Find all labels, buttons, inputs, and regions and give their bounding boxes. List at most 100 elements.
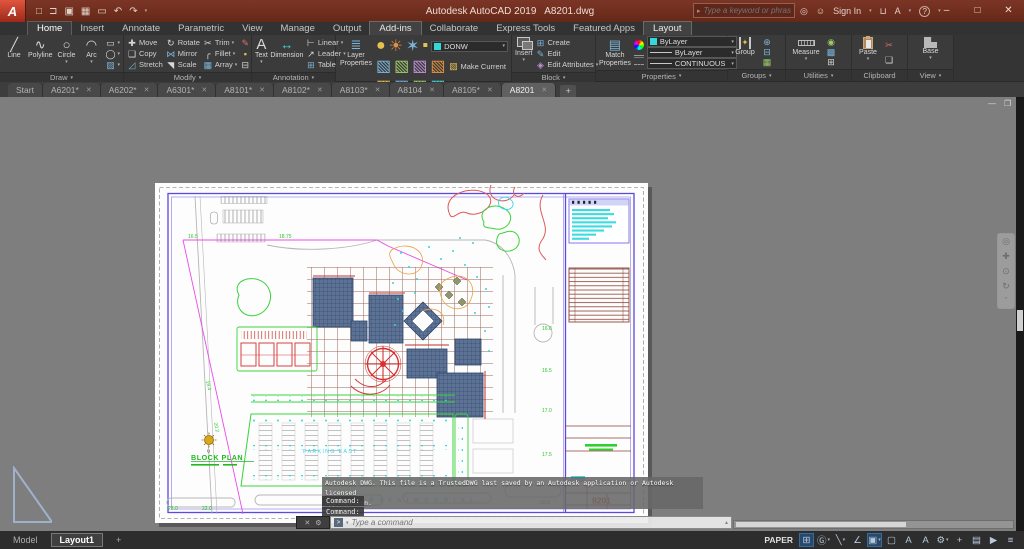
clipboard-panel-label[interactable]: Clipboard [852, 69, 907, 81]
group-manager-icon[interactable]: ▦ [762, 57, 772, 67]
sign-in-label[interactable]: Sign In [833, 6, 861, 16]
modify-panel-label[interactable]: Modify▾ [124, 72, 251, 82]
close-tab-icon[interactable]: ✕ [375, 86, 381, 94]
binoculars-search-icon[interactable]: ◎ [800, 6, 808, 17]
horizontal-scrollbar-thumb[interactable] [736, 522, 906, 527]
block-panel-label[interactable]: Block▾ [512, 72, 595, 82]
tab-annotate[interactable]: Annotate [113, 22, 169, 35]
horizontal-scrollbar[interactable] [733, 520, 1014, 529]
line-button[interactable]: ╱Line [3, 36, 25, 71]
dimension-button[interactable]: ↔Dimension [271, 36, 303, 71]
utilities-panel-label[interactable]: Utilities▾ [786, 69, 851, 81]
help-icon[interactable]: ? [919, 6, 930, 17]
tab-output[interactable]: Output [324, 22, 371, 35]
copy-clip-icon[interactable]: ❏ [884, 55, 894, 65]
layer-tool-icon[interactable]: ▧ [394, 56, 409, 76]
cut-icon[interactable]: ✂ [884, 40, 894, 50]
tab-insert[interactable]: Insert [71, 22, 113, 35]
file-tab[interactable]: A8105*✕ [444, 83, 502, 97]
object-color-dropdown[interactable]: ByLayer▾ [647, 36, 737, 47]
clean-screen-icon[interactable]: ≡ [1003, 533, 1018, 547]
create-block-button[interactable]: ⊞Create [536, 37, 599, 48]
selection-cycling-icon[interactable]: ▢ [884, 533, 899, 547]
annotation-monitor-icon[interactable]: ▤ [969, 533, 984, 547]
file-tab[interactable]: A8102*✕ [274, 83, 332, 97]
array-button[interactable]: ▦Array▾ [203, 59, 237, 70]
help-search-box[interactable]: ▸ [693, 3, 795, 18]
redo-icon[interactable]: ↷ [129, 6, 137, 17]
layer-on-bulb-icon[interactable]: ● [376, 37, 386, 55]
app-store-cart-icon[interactable]: ⊔ [880, 6, 887, 17]
file-tab[interactable]: A8101*✕ [216, 83, 274, 97]
tab-express-tools[interactable]: Express Tools [487, 22, 564, 35]
doc-restore-icon[interactable]: ❐ [1004, 99, 1011, 108]
paper-space-label[interactable]: PAPER [764, 535, 793, 545]
move-button[interactable]: ✚Move [127, 37, 163, 48]
steering-wheel-icon[interactable]: ◎ [1002, 236, 1010, 247]
annotation-visibility-icon[interactable]: A [901, 533, 916, 547]
layer-dropdown[interactable]: DONW▾ [431, 41, 508, 52]
new-layout-button[interactable]: + [108, 534, 129, 546]
polyline-button[interactable]: ∿Polyline [28, 36, 53, 71]
orbit-icon[interactable]: ↻ [1002, 281, 1010, 292]
file-tab[interactable]: A8103*✕ [332, 83, 390, 97]
command-tools-icon[interactable]: ⚙ [315, 519, 321, 527]
isodraft-icon[interactable]: ╲▾ [833, 533, 848, 547]
edit-attributes-button[interactable]: ◈Edit Attributes▾ [536, 59, 599, 70]
measure-button[interactable]: Measure▾ [789, 36, 823, 68]
layer-freeze-icon[interactable]: ✶ [406, 36, 419, 56]
vertical-scrollbar[interactable] [1016, 97, 1024, 531]
command-bar-handle[interactable]: ✕ ⚙ [296, 516, 330, 529]
close-tab-icon[interactable]: ✕ [201, 86, 207, 94]
close-button[interactable]: ✕ [993, 0, 1024, 20]
drawing-canvas[interactable]: 8201 [0, 97, 1024, 531]
grid-icon[interactable]: ⊞ [799, 533, 814, 547]
search-input[interactable] [704, 6, 791, 15]
lineweight-icon[interactable] [634, 55, 644, 58]
layer-tool-icon[interactable]: ▧ [412, 56, 427, 76]
pan-icon[interactable]: ✚ [1002, 251, 1010, 262]
qat-customize-icon[interactable]: ▾ [145, 8, 148, 14]
rotate-button[interactable]: ↻Rotate [166, 37, 200, 48]
navbar-more-icon[interactable]: ˇ [1005, 296, 1008, 306]
circle-button[interactable]: ○Circle▾ [56, 36, 78, 71]
minimize-button[interactable]: – [931, 0, 962, 20]
share-dropdown-icon[interactable]: ▾ [909, 8, 912, 14]
file-tab-active[interactable]: A8201✕ [502, 83, 556, 97]
base-view-button[interactable]: Base▾ [916, 36, 946, 68]
close-tab-icon[interactable]: ✕ [487, 86, 493, 94]
save-icon[interactable]: ▣ [64, 6, 73, 17]
ellipse-button[interactable]: ◯▾ [105, 48, 120, 59]
vertical-scrollbar-thumb[interactable] [1017, 310, 1023, 331]
command-expand-icon[interactable]: ▴ [725, 519, 728, 526]
edit-block-button[interactable]: ✎Edit [536, 48, 599, 59]
layout1-tab[interactable]: Layout1 [51, 533, 104, 547]
tab-add-ins[interactable]: Add-ins [370, 22, 420, 35]
color-wheel-icon[interactable] [634, 40, 644, 50]
quick-calc-icon[interactable]: ⊞ [826, 57, 836, 67]
layer-thaw-sun-icon[interactable]: ☀ [389, 36, 403, 56]
lineweight-dropdown[interactable]: ByLayer▾ [647, 47, 737, 58]
match-properties-button[interactable]: ▤Match Properties [599, 36, 631, 69]
rectangle-button[interactable]: ▭▾ [105, 37, 120, 48]
undo-icon[interactable]: ↶ [114, 6, 122, 17]
command-input[interactable] [352, 518, 722, 527]
layer-tool-icon[interactable]: ▧ [376, 56, 391, 76]
open-file-icon[interactable]: ⊐ [49, 6, 57, 17]
tab-collaborate[interactable]: Collaborate [421, 22, 488, 35]
insert-block-button[interactable]: Insert▾ [515, 36, 533, 71]
arc-button[interactable]: ◠Arc▾ [80, 36, 102, 71]
zoom-icon[interactable]: ⊙ [1002, 266, 1010, 277]
model-tab[interactable]: Model [5, 534, 46, 546]
file-tab[interactable]: A6202*✕ [101, 83, 159, 97]
tab-manage[interactable]: Manage [272, 22, 324, 35]
draw-panel-label[interactable]: Draw▾ [0, 72, 123, 82]
command-close-icon[interactable]: ✕ [304, 519, 310, 527]
tab-layout[interactable]: Layout [644, 22, 691, 35]
crosshair-icon[interactable]: + [952, 533, 967, 547]
make-current-button[interactable]: ▧Make Current [449, 61, 506, 72]
linetype-dropdown[interactable]: CONTINUOUS▾ [647, 58, 737, 69]
copy-button[interactable]: ❏Copy [127, 48, 163, 59]
command-input-field[interactable]: > ▾ ▴ [330, 516, 732, 529]
overkill-button[interactable]: ⊟ [240, 59, 250, 70]
